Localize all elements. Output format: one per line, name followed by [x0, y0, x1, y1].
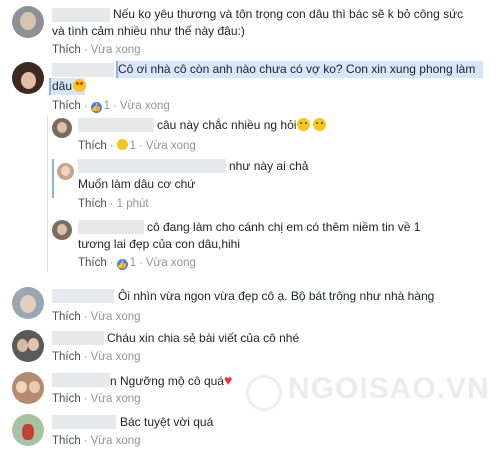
like-link[interactable]: Thích	[78, 140, 107, 152]
commenter-name-redacted[interactable]	[78, 118, 154, 132]
comment-text: dâu	[52, 78, 87, 95]
comment-actions: Thích · Vừa xong	[52, 435, 141, 447]
timestamp[interactable]: 1 phút	[117, 198, 149, 210]
avatar[interactable]	[12, 330, 44, 362]
commenter-name-redacted[interactable]	[52, 331, 104, 345]
reply-actions: Thích · 1 · Vừa xong	[78, 139, 196, 152]
avatar[interactable]	[12, 287, 44, 319]
watermark: NGOISAO.VN	[288, 372, 490, 405]
commenter-name-redacted[interactable]	[78, 159, 226, 173]
comment-text: và tình cảm nhiều như thế này đâu:)	[52, 24, 245, 38]
commenter-name-redacted[interactable]	[52, 8, 110, 22]
comment-actions: Thích · Vừa xong	[52, 351, 141, 363]
watermark-logo-icon	[246, 375, 282, 411]
commenter-name-redacted[interactable]	[52, 373, 110, 387]
avatar[interactable]	[12, 62, 44, 94]
avatar[interactable]	[57, 163, 74, 180]
reply-text: tương lai đẹp của con dâu,hihi	[78, 237, 241, 251]
like-link[interactable]: Thích	[52, 351, 81, 363]
comment-text: Bác tuyệt vời quá	[120, 415, 214, 429]
commenter-name-redacted[interactable]	[52, 289, 114, 303]
like-link[interactable]: Thích	[52, 311, 81, 323]
commenter-name-redacted[interactable]	[78, 220, 144, 234]
reaction-count[interactable]: 1	[130, 257, 136, 269]
like-link[interactable]: Thích	[52, 100, 81, 112]
reply-highlight-bar	[52, 159, 54, 198]
reply-actions: Thích · 1 phút	[78, 198, 149, 210]
heart-emoji-icon: ♥	[223, 372, 233, 388]
timestamp[interactable]: Vừa xong	[91, 44, 141, 56]
comment-text: Cô ơi nhà cô còn anh nào chưa có vợ ko? …	[118, 62, 476, 76]
comment-actions: Thích · Vừa xong	[52, 393, 141, 405]
avatar[interactable]	[12, 414, 44, 446]
avatar[interactable]	[52, 220, 72, 240]
avatar[interactable]	[52, 118, 72, 138]
timestamp[interactable]: Vừa xong	[91, 435, 141, 447]
timestamp[interactable]: Vừa xong	[120, 100, 170, 112]
comment-text: Ôi nhìn vừa ngon vừa đẹp cô ạ. Bộ bát tr…	[118, 289, 435, 303]
reply-text: câu này chắc nhiều ng hỏi	[157, 117, 327, 134]
commenter-name-redacted[interactable]	[52, 63, 114, 77]
avatar[interactable]	[12, 6, 44, 38]
reply-text: cô đang làm cho cánh chị em có thêm niềm…	[147, 220, 421, 234]
timestamp[interactable]: Vừa xong	[146, 257, 196, 269]
comment-actions: Thích · Vừa xong	[52, 311, 141, 323]
reaction-count[interactable]: 1	[130, 140, 136, 152]
like-link[interactable]: Thích	[52, 393, 81, 405]
like-link[interactable]: Thích	[78, 198, 107, 210]
like-reaction-icon[interactable]: 👍	[116, 259, 128, 270]
timestamp[interactable]: Vừa xong	[91, 351, 141, 363]
like-link[interactable]: Thích	[78, 257, 107, 269]
reply-text: như này ai chả	[229, 159, 309, 173]
smile-emoji-icon	[297, 118, 311, 131]
haha-reaction-icon[interactable]	[116, 139, 128, 150]
reply-thread-line	[47, 116, 48, 272]
reply-text: Muốn làm dâu cơ chứ	[78, 177, 196, 191]
smile-emoji-icon	[313, 118, 327, 131]
comment-text: n Ngưỡng mộ cô quá♥	[110, 372, 233, 388]
like-reaction-icon[interactable]: 👍	[90, 102, 102, 113]
commenter-name-redacted[interactable]	[52, 415, 116, 429]
comment-actions: Thích · 👍 1 · Vừa xong	[52, 100, 170, 113]
comment-text: Cháu xin chia sẻ bài viết của cô nhé	[107, 331, 300, 345]
comment-actions: Thích · Vừa xong	[52, 44, 141, 56]
like-link[interactable]: Thích	[52, 435, 81, 447]
avatar[interactable]	[12, 372, 44, 404]
timestamp[interactable]: Vừa xong	[146, 140, 196, 152]
timestamp[interactable]: Vừa xong	[91, 311, 141, 323]
comment-text: Nếu ko yêu thương và tôn trọng con dâu t…	[113, 7, 464, 21]
timestamp[interactable]: Vừa xong	[91, 393, 141, 405]
heart-eyes-emoji-icon	[73, 79, 87, 92]
reply-actions: Thích · 👍 1 · Vừa xong	[78, 257, 196, 270]
like-link[interactable]: Thích	[52, 44, 81, 56]
reaction-count[interactable]: 1	[104, 100, 110, 112]
